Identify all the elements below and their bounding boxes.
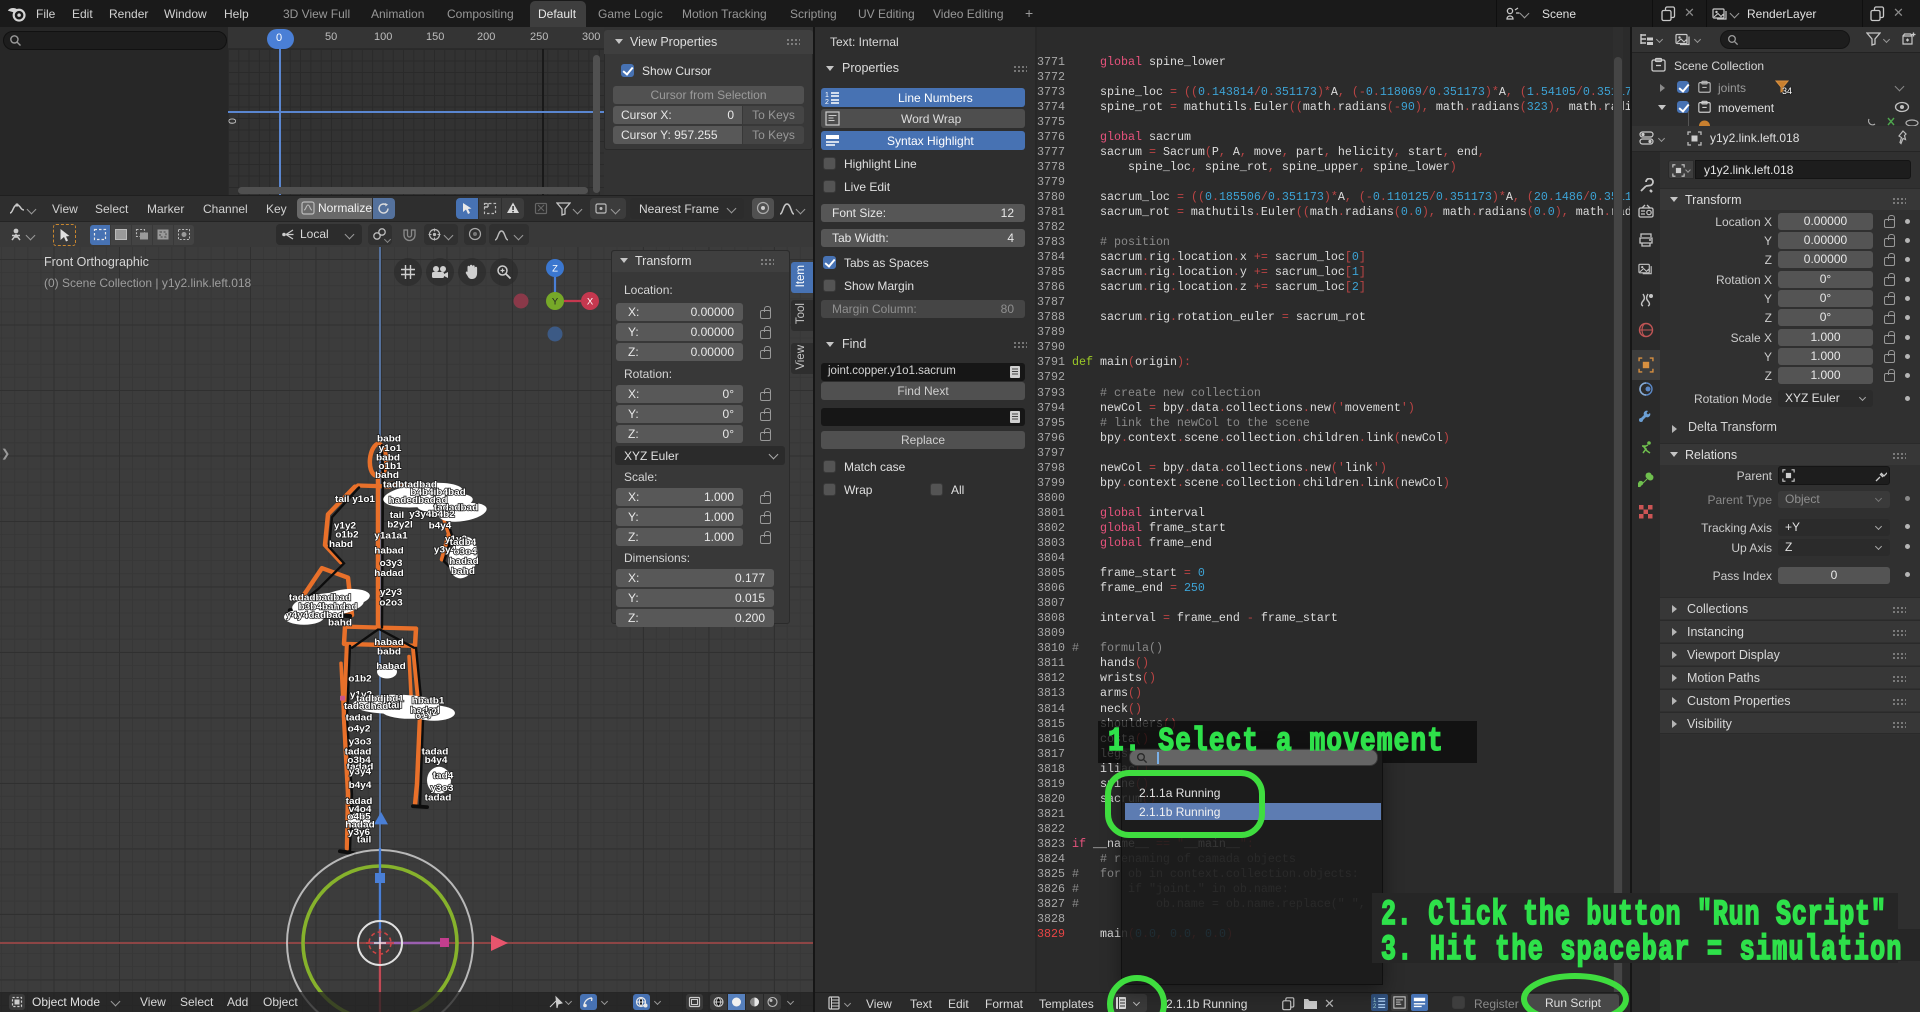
svg-text:b2y2l: b2y2l	[387, 520, 413, 531]
svg-text:Z: Z	[552, 264, 558, 275]
svg-text:o4y2: o4y2	[348, 723, 371, 734]
svg-text:hadad: hadad	[374, 568, 403, 579]
svg-text:tadad: tadad	[425, 793, 452, 804]
svg-text:habd: habd	[329, 539, 353, 550]
svg-text:y1a1a1: y1a1a1	[374, 530, 408, 541]
svg-text:y3y4b4b2: y3y4b4b2	[409, 509, 455, 520]
svg-text:b4y4: b4y4	[429, 521, 452, 532]
svg-text:habad: habad	[374, 546, 403, 557]
svg-text:b4y4: b4y4	[425, 755, 448, 766]
svg-text:y3y4: y3y4	[349, 767, 372, 778]
svg-text:y2y3: y2y3	[380, 587, 403, 598]
svg-text:1: 1	[825, 92, 829, 99]
svg-text:b4y4: b4y4	[349, 780, 372, 791]
svg-text:2: 2	[825, 99, 829, 105]
svg-text:X: X	[587, 297, 594, 308]
svg-text:o1b2: o1b2	[348, 674, 372, 685]
svg-text:Y: Y	[552, 297, 559, 308]
svg-text:bahd: bahd	[451, 566, 475, 577]
svg-text:habad: habad	[376, 661, 405, 672]
svg-text:tad4: tad4	[433, 770, 454, 781]
svg-text:1: 1	[1373, 998, 1377, 1004]
svg-text:tail y1o1: tail y1o1	[335, 494, 376, 505]
svg-text:o2o3: o2o3	[379, 598, 403, 609]
svg-text:bahd: bahd	[328, 618, 352, 629]
svg-text:2: 2	[1373, 1004, 1377, 1009]
svg-text:babd: babd	[377, 647, 401, 658]
svg-text:tail: tail	[388, 700, 403, 711]
svg-text:tadad: tadad	[346, 713, 373, 724]
